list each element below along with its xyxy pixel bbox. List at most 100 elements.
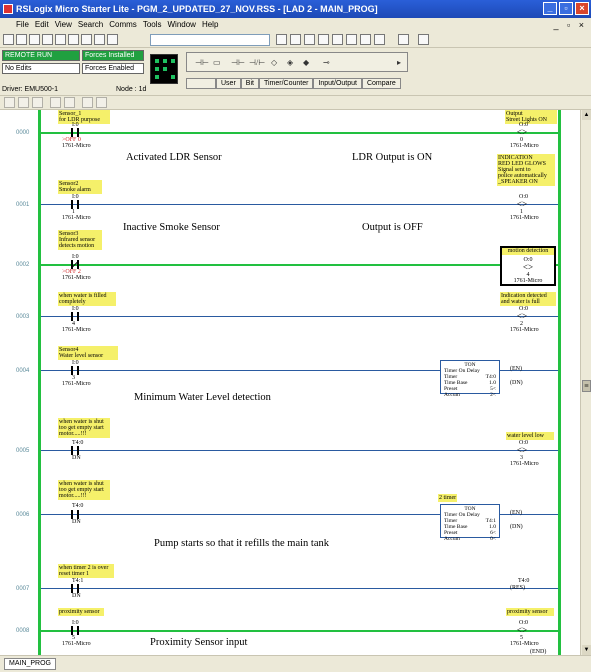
vertical-scrollbar[interactable]: ▲ ≡ ▼ bbox=[580, 110, 591, 655]
menu-comms[interactable]: Comms bbox=[109, 18, 137, 32]
rung-number[interactable]: 0006 bbox=[16, 512, 29, 518]
osr-icon[interactable]: ⊸ bbox=[323, 58, 330, 67]
rung-number[interactable]: 0007 bbox=[16, 586, 29, 592]
copy-icon[interactable] bbox=[68, 34, 79, 45]
new-icon[interactable] bbox=[3, 34, 14, 45]
ton-timer-block[interactable]: TON Timer On Delay Timer T4:0 Time Base 1.… bbox=[440, 360, 500, 398]
window-icon[interactable] bbox=[374, 34, 385, 45]
contact-xio[interactable] bbox=[68, 260, 82, 269]
edit-rung-icon[interactable] bbox=[4, 97, 15, 108]
rung-number[interactable]: 0005 bbox=[16, 448, 29, 454]
ton-timer-block[interactable]: TON Timer On Delay Timer T4:1 Time Base 1.… bbox=[440, 504, 500, 542]
left-power-rail bbox=[38, 110, 41, 655]
close-button[interactable]: × bbox=[575, 2, 589, 15]
otl-icon[interactable]: ◈ bbox=[287, 58, 293, 67]
input-address: T4:0 bbox=[72, 503, 84, 509]
untest-edits-icon[interactable] bbox=[82, 97, 93, 108]
coil-ote[interactable] bbox=[515, 311, 529, 321]
scroll-up-icon[interactable]: ▲ bbox=[582, 110, 591, 120]
sheet-tab-bar: MAIN_PROG bbox=[0, 655, 591, 672]
branch-icon[interactable]: ▭ bbox=[213, 58, 221, 67]
rung-number[interactable]: 0000 bbox=[16, 130, 29, 136]
maximize-button[interactable]: ▫ bbox=[559, 2, 573, 15]
menu-edit[interactable]: Edit bbox=[35, 18, 49, 32]
paste-icon[interactable] bbox=[81, 34, 92, 45]
contact-xic[interactable] bbox=[68, 366, 82, 375]
rung-number[interactable]: 0001 bbox=[16, 202, 29, 208]
zoom-out-icon[interactable] bbox=[346, 34, 357, 45]
contact-xic[interactable] bbox=[68, 312, 82, 321]
verify-icon[interactable] bbox=[290, 34, 301, 45]
search-combo[interactable] bbox=[150, 34, 270, 46]
contact-xic[interactable] bbox=[68, 626, 82, 635]
verify-project-icon[interactable] bbox=[304, 34, 315, 45]
menu-file[interactable]: File bbox=[16, 18, 29, 32]
tab-main-prog[interactable]: MAIN_PROG bbox=[4, 658, 57, 670]
rung-number[interactable]: 0004 bbox=[16, 368, 29, 374]
menu-tools[interactable]: Tools bbox=[143, 18, 162, 32]
tab-compare[interactable]: Compare bbox=[361, 78, 401, 89]
accept-edits-icon[interactable] bbox=[18, 97, 29, 108]
tab-input-output[interactable]: Input/Output bbox=[313, 78, 362, 89]
tab-timer-counter[interactable]: Timer/Counter bbox=[258, 78, 314, 89]
coil-ote[interactable] bbox=[515, 625, 529, 635]
coil-ote[interactable] bbox=[515, 199, 529, 209]
xic-icon[interactable]: ⊣⊢ bbox=[231, 58, 245, 67]
cancel-edits-icon[interactable] bbox=[32, 97, 43, 108]
new-rung-icon[interactable]: ⊣⊢ bbox=[195, 58, 209, 67]
device-label: 1761-Micro bbox=[510, 327, 539, 333]
menu-view[interactable]: View bbox=[55, 18, 72, 32]
xio-icon[interactable]: ⊣/⊢ bbox=[249, 58, 265, 67]
cut-icon[interactable] bbox=[55, 34, 66, 45]
forces-enabled-status: Forces Enabled bbox=[82, 63, 144, 74]
undo-icon[interactable] bbox=[94, 34, 105, 45]
output-highlight-box[interactable]: motion detection O:0 4 1761-Micro bbox=[500, 246, 556, 286]
open-icon[interactable] bbox=[16, 34, 27, 45]
online-icon[interactable] bbox=[398, 34, 409, 45]
contact-xic[interactable] bbox=[68, 446, 82, 455]
find-icon[interactable] bbox=[276, 34, 287, 45]
otu-icon[interactable]: ◆ bbox=[303, 58, 309, 67]
tab-scroll-arrows[interactable] bbox=[186, 78, 216, 89]
contact-xic[interactable] bbox=[68, 200, 82, 209]
redo-icon[interactable] bbox=[107, 34, 118, 45]
rung-wire bbox=[41, 316, 558, 317]
device-label: 1761-Micro bbox=[510, 461, 539, 467]
rung-number[interactable]: 0008 bbox=[16, 628, 29, 634]
contact-xic[interactable] bbox=[68, 584, 82, 593]
menu-search[interactable]: Search bbox=[78, 18, 103, 32]
menu-help[interactable]: Help bbox=[202, 18, 218, 32]
run-mode-status[interactable]: REMOTE RUN bbox=[2, 50, 80, 61]
coil-ote[interactable] bbox=[515, 127, 529, 137]
ote-icon[interactable]: ◇ bbox=[271, 58, 277, 67]
palette-scroll-icon[interactable]: ▸ bbox=[397, 58, 401, 67]
contact-xic[interactable] bbox=[68, 510, 82, 519]
standard-toolbar bbox=[0, 32, 591, 48]
tab-bit[interactable]: Bit bbox=[240, 78, 259, 89]
ladder-editor[interactable]: 0000 Sensor_1 for LDR purpose I:0 >OFF 0 … bbox=[0, 110, 580, 655]
edit-toolbar bbox=[0, 96, 591, 110]
tab-user[interactable]: User bbox=[216, 78, 241, 89]
rung-number[interactable]: 0002 bbox=[16, 262, 29, 268]
scroll-down-icon[interactable]: ▼ bbox=[582, 645, 591, 655]
print-icon[interactable] bbox=[42, 34, 53, 45]
device-label: 1761-Micro bbox=[62, 215, 91, 221]
cross-reference-icon[interactable] bbox=[318, 34, 329, 45]
minimize-button[interactable]: _ bbox=[543, 2, 557, 15]
scroll-thumb[interactable]: ≡ bbox=[582, 380, 591, 392]
menu-window[interactable]: Window bbox=[168, 18, 196, 32]
contact-xic[interactable] bbox=[68, 128, 82, 137]
save-icon[interactable] bbox=[29, 34, 40, 45]
zoom-fit-icon[interactable] bbox=[360, 34, 371, 45]
menu-bar: File Edit View Search Comms Tools Window… bbox=[0, 18, 591, 32]
assemble-edits-icon[interactable] bbox=[64, 97, 75, 108]
test-edits-icon[interactable] bbox=[50, 97, 61, 108]
coil-ote[interactable] bbox=[521, 262, 535, 272]
coil-ote[interactable] bbox=[515, 445, 529, 455]
mdi-controls[interactable]: _ ▫ × bbox=[554, 18, 587, 32]
delete-rung-icon[interactable] bbox=[96, 97, 107, 108]
zoom-in-icon[interactable] bbox=[332, 34, 343, 45]
rung-number[interactable]: 0003 bbox=[16, 314, 29, 320]
reset-coil[interactable]: (RES) bbox=[510, 585, 525, 591]
more-icon[interactable] bbox=[418, 34, 429, 45]
